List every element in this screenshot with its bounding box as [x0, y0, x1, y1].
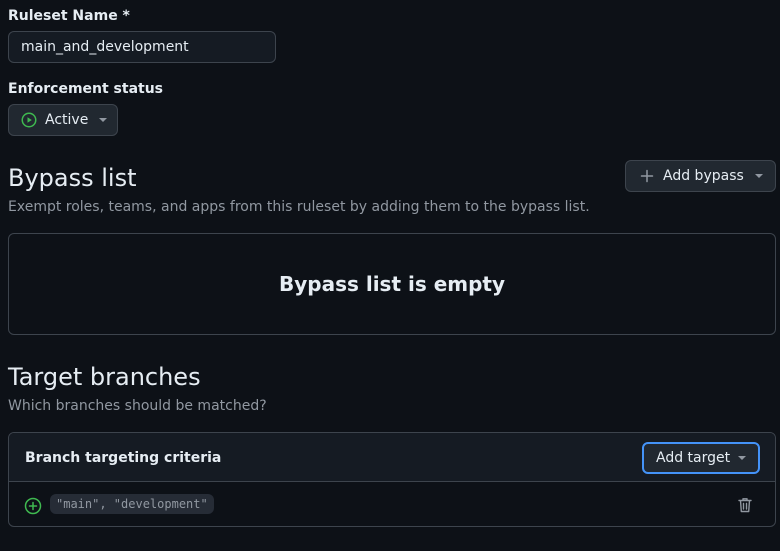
ruleset-name-label: Ruleset Name *	[8, 8, 130, 24]
branch-targeting-criteria-label: Branch targeting criteria	[25, 450, 222, 466]
trash-icon[interactable]	[736, 496, 754, 514]
add-bypass-label: Add bypass	[663, 168, 744, 184]
enforcement-status-label: Enforcement status	[8, 81, 164, 97]
chevron-down-icon	[738, 456, 746, 460]
chevron-down-icon	[99, 118, 107, 122]
bypass-list-title: Bypass list	[8, 164, 137, 192]
bypass-list-empty-text: Bypass list is empty	[278, 272, 506, 296]
target-pattern: "main", "development"	[50, 494, 214, 514]
enforcement-status-value: Active	[45, 112, 89, 128]
play-circle-icon	[21, 112, 37, 128]
ruleset-name-input[interactable]: main_and_development	[8, 31, 276, 63]
plus-circle-icon	[24, 497, 42, 515]
add-target-label: Add target	[656, 450, 731, 466]
target-branches-description: Which branches should be matched?	[8, 398, 267, 414]
plus-icon	[640, 169, 654, 183]
add-target-button[interactable]: Add target	[642, 442, 760, 474]
ruleset-name-value: main_and_development	[21, 39, 189, 55]
chevron-down-icon	[755, 174, 763, 178]
branch-targeting-header: Branch targeting criteria Add target	[9, 433, 775, 482]
bypass-list-empty-state: Bypass list is empty	[8, 233, 776, 335]
branch-targeting-panel: Branch targeting criteria Add target "ma…	[8, 432, 776, 527]
target-row: "main", "development"	[9, 483, 775, 526]
bypass-list-description: Exempt roles, teams, and apps from this …	[8, 199, 590, 215]
enforcement-status-dropdown[interactable]: Active	[8, 104, 118, 136]
add-bypass-button[interactable]: Add bypass	[625, 160, 776, 192]
target-branches-title: Target branches	[8, 363, 201, 391]
